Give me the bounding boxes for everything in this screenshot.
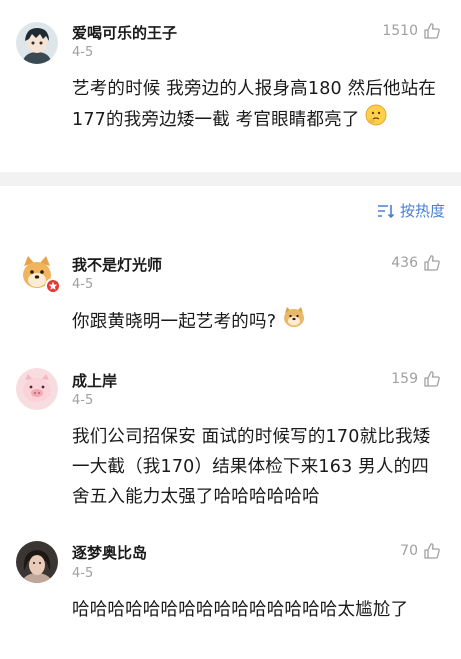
comment-date: 4-5 xyxy=(72,393,94,408)
thumbs-up-icon xyxy=(424,543,440,559)
girl-photo-avatar[interactable] xyxy=(16,541,58,583)
username[interactable]: 逐梦奥比岛 xyxy=(72,542,147,563)
comment-date: 4-5 xyxy=(72,277,94,292)
username[interactable]: 我不是灯光师 xyxy=(72,254,162,275)
like-count: 436 xyxy=(391,255,418,271)
username[interactable]: 成上岸 xyxy=(72,370,117,391)
sort-label: 按热度 xyxy=(399,202,445,220)
comment-text: 我们公司招保安 面试的时候写的170就比我矮一大截（我170）结果体检下来163… xyxy=(72,427,431,507)
thumbs-up-icon xyxy=(424,23,440,39)
comment-text: 你跟黄晓明一起艺考的吗? xyxy=(72,306,439,338)
thinking-face-emoji xyxy=(365,104,387,136)
verified-badge xyxy=(45,278,61,294)
comment-text: 哈哈哈哈哈哈哈哈哈哈哈哈哈哈哈太尴尬了 xyxy=(72,600,409,620)
pink-pig-avatar[interactable] xyxy=(16,368,58,410)
like-button[interactable]: 436 xyxy=(391,254,441,272)
like-count: 159 xyxy=(391,371,418,387)
like-button[interactable]: 1510 xyxy=(382,22,441,40)
thumbs-up-icon xyxy=(424,371,440,387)
comment-date: 4-5 xyxy=(72,45,94,60)
comment-text: 艺考的时候 我旁边的人报身高180 然后他站在177的我旁边矮一截 考官眼睛都亮… xyxy=(72,74,439,136)
username[interactable]: 爱喝可乐的王子 xyxy=(72,22,177,43)
section-divider xyxy=(0,172,461,186)
like-button[interactable]: 159 xyxy=(391,370,441,388)
like-button[interactable]: 70 xyxy=(400,542,441,560)
thumbs-up-icon xyxy=(424,255,440,271)
sort-bar: 按热度 xyxy=(0,186,461,232)
sort-button[interactable]: 按热度 xyxy=(377,200,445,221)
like-count: 70 xyxy=(400,543,418,559)
top-comment: 爱喝可乐的王子 4-5 1510 艺考的时候 我旁边的人报身高180 然后他站在… xyxy=(0,0,461,172)
comment-date: 4-5 xyxy=(72,566,94,581)
sort-icon xyxy=(377,204,395,218)
doge-emoji xyxy=(282,306,306,338)
anime-boy-avatar[interactable] xyxy=(16,22,58,64)
like-count: 1510 xyxy=(382,23,418,39)
